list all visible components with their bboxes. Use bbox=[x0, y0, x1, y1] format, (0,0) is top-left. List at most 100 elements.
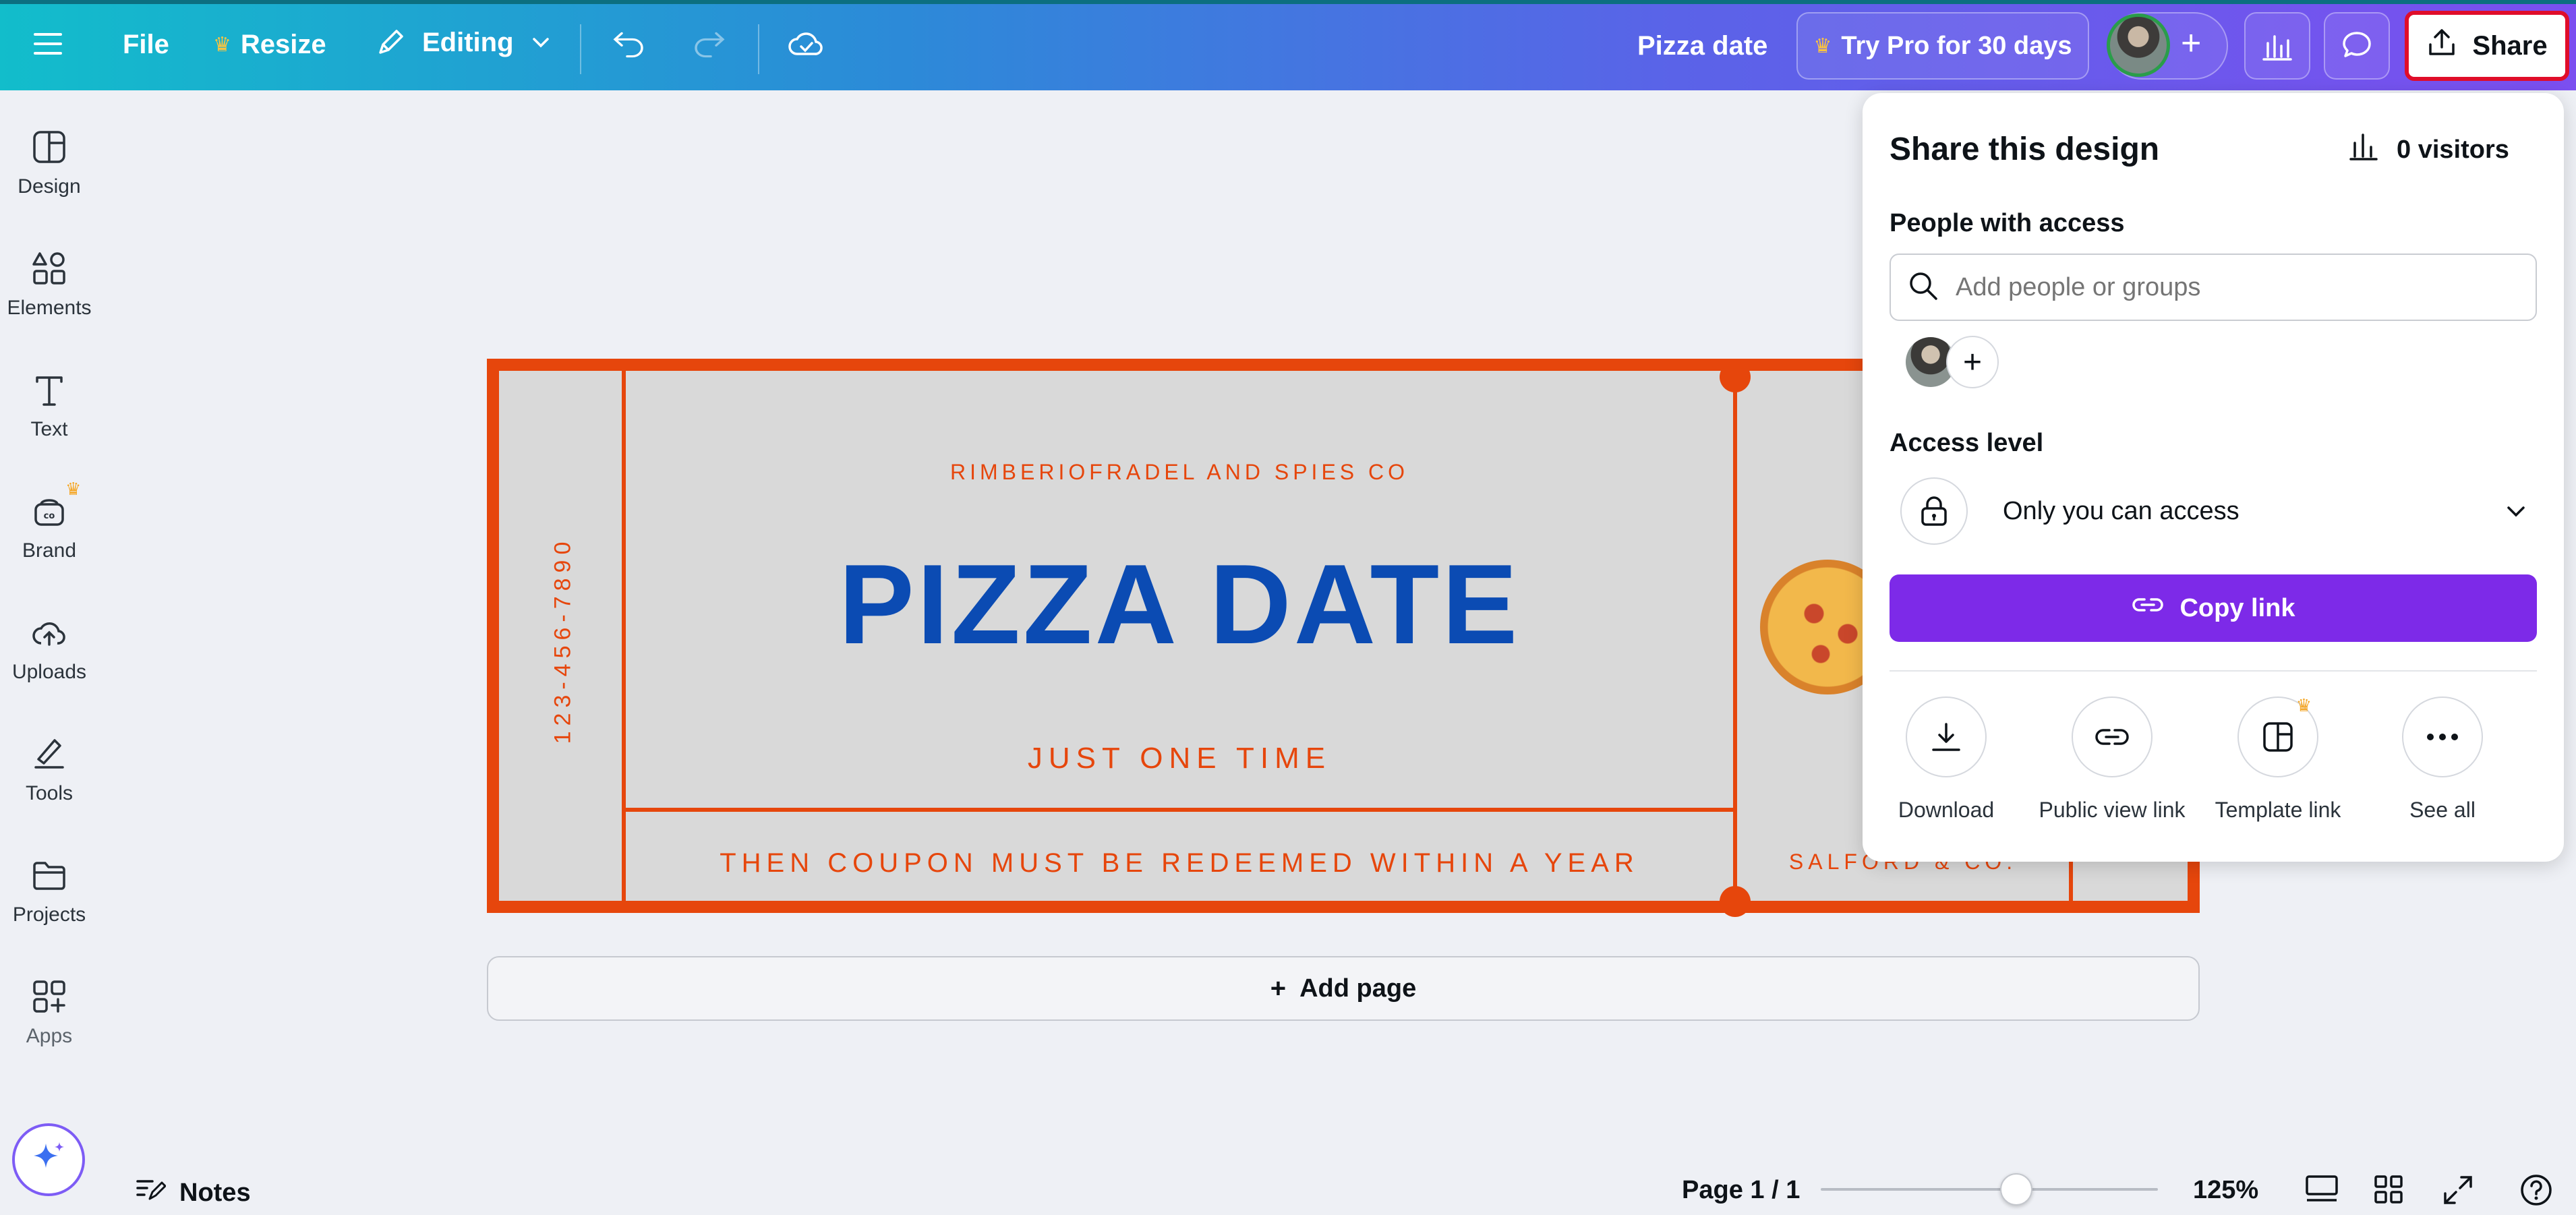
crown-icon: ♛ bbox=[213, 34, 231, 56]
bar-chart-icon bbox=[2348, 131, 2379, 169]
search-icon bbox=[1907, 270, 1939, 305]
upload-icon bbox=[2426, 27, 2457, 65]
action-label: Download bbox=[1898, 798, 1995, 822]
link-icon bbox=[2131, 591, 2165, 625]
add-page-label: Add page bbox=[1299, 974, 1417, 1003]
access-level-dropdown[interactable]: Only you can access bbox=[1900, 477, 2537, 545]
comment-icon bbox=[2340, 29, 2374, 63]
ticket-divider bbox=[622, 808, 1737, 812]
add-people-search[interactable] bbox=[1890, 254, 2537, 321]
sidebar-item-label: Brand bbox=[22, 539, 77, 562]
cloud-saved-icon[interactable] bbox=[786, 27, 825, 61]
elements-icon bbox=[32, 251, 67, 286]
svg-text:co: co bbox=[44, 511, 55, 521]
pencil-icon bbox=[375, 27, 406, 58]
text-icon bbox=[32, 372, 67, 407]
visitors-button[interactable]: 0 visitors bbox=[2348, 131, 2509, 169]
help-button[interactable] bbox=[2519, 1173, 2553, 1214]
add-collaborator-icon[interactable]: + bbox=[2181, 23, 2201, 63]
resize-button[interactable]: ♛ Resize bbox=[213, 30, 326, 60]
tools-icon bbox=[32, 736, 67, 771]
resize-label: Resize bbox=[240, 30, 326, 59]
redo-icon[interactable] bbox=[692, 30, 726, 59]
action-label: Public view link bbox=[2039, 798, 2186, 822]
add-people-input[interactable] bbox=[1956, 272, 2509, 302]
sidebar-item-apps[interactable]: Apps bbox=[0, 979, 98, 1048]
grid-icon bbox=[2374, 1175, 2403, 1211]
page-indicator-text: Page 1 / 1 bbox=[1682, 1176, 1801, 1204]
folder-icon bbox=[32, 858, 67, 893]
people-with-access-label: People with access bbox=[1890, 209, 2125, 237]
comments-button[interactable] bbox=[2324, 12, 2390, 80]
insights-button[interactable] bbox=[2244, 12, 2310, 80]
visitors-count: 0 visitors bbox=[2397, 135, 2509, 164]
sidebar-item-design[interactable]: Design bbox=[0, 129, 98, 198]
sidebar-item-label: Tools bbox=[25, 782, 74, 804]
magic-assistant-button[interactable] bbox=[12, 1123, 85, 1196]
help-icon bbox=[2519, 1173, 2553, 1214]
see-all-action[interactable]: See all bbox=[2362, 697, 2523, 823]
user-avatar[interactable] bbox=[2107, 13, 2170, 77]
add-page-button[interactable]: + Add page bbox=[487, 956, 2200, 1021]
fullscreen-button[interactable] bbox=[2442, 1175, 2473, 1212]
zoom-slider[interactable] bbox=[1821, 1173, 2158, 1206]
download-action[interactable]: Download bbox=[1865, 697, 2027, 823]
ticket-divider bbox=[1733, 371, 1737, 901]
document-title[interactable]: Pizza date bbox=[1637, 31, 1767, 61]
sidebar-item-brand[interactable]: co ♛ Brand bbox=[0, 479, 98, 562]
bar-chart-icon bbox=[2261, 30, 2293, 62]
sidebar-item-tools[interactable]: Tools bbox=[0, 736, 98, 805]
toolbar-divider bbox=[758, 24, 759, 74]
sidebar-item-label: Projects bbox=[12, 903, 86, 926]
editing-mode-button[interactable]: Editing bbox=[375, 27, 552, 58]
sidebar-item-projects[interactable]: Projects bbox=[0, 858, 98, 926]
ticket-company: RIMBERIOFRADEL AND SPIES CO bbox=[949, 460, 1409, 484]
sparkle-icon bbox=[30, 1139, 67, 1181]
ticket-footer: THEN COUPON MUST BE REDEEMED WITHIN A YE… bbox=[720, 848, 1639, 878]
access-level-label: Access level bbox=[1890, 429, 2044, 457]
lock-icon bbox=[1900, 477, 1968, 545]
share-panel-title: Share this design bbox=[1890, 131, 2160, 167]
ticket-notch bbox=[1720, 886, 1751, 917]
share-button[interactable]: Share bbox=[2405, 11, 2569, 81]
add-member-button[interactable]: + bbox=[1946, 336, 1999, 388]
panel-divider bbox=[1890, 670, 2537, 672]
plus-icon: + bbox=[1270, 973, 1287, 1003]
file-label: File bbox=[123, 30, 169, 59]
brand-icon: co ♛ bbox=[32, 479, 81, 529]
share-label: Share bbox=[2472, 30, 2548, 61]
document-title-text: Pizza date bbox=[1637, 31, 1768, 61]
zoom-value: 125% bbox=[2193, 1176, 2259, 1204]
template-link-action[interactable]: ♛ Template link bbox=[2197, 695, 2359, 823]
crown-icon: ♛ bbox=[65, 479, 82, 499]
sidebar-item-label: Apps bbox=[26, 1025, 73, 1047]
try-pro-button[interactable]: ♛ Try Pro for 30 days bbox=[1796, 12, 2089, 80]
ticket-notch bbox=[1720, 361, 1751, 392]
notes-button[interactable]: Notes bbox=[135, 1176, 251, 1210]
sidebar-item-elements[interactable]: Elements bbox=[0, 251, 98, 320]
top-toolbar: File ♛ Resize Editing Pizza date ♛ Try P… bbox=[0, 0, 2576, 90]
notes-icon bbox=[135, 1176, 167, 1210]
chevron-down-icon bbox=[530, 32, 552, 53]
access-level-value: Only you can access bbox=[2003, 496, 2240, 525]
toolbar-divider bbox=[580, 24, 581, 74]
ticket-title: PIZZA DATE bbox=[838, 541, 1521, 668]
grid-view-button[interactable] bbox=[2374, 1175, 2403, 1211]
copy-link-button[interactable]: Copy link bbox=[1890, 574, 2537, 642]
ticket-phone: 123-456-7890 bbox=[550, 536, 576, 744]
sidebar-item-label: Uploads bbox=[11, 661, 87, 683]
apps-icon bbox=[32, 979, 67, 1014]
page-indicator[interactable]: Page 1 / 1 bbox=[1682, 1176, 1800, 1205]
sidebar-item-uploads[interactable]: Uploads bbox=[0, 615, 98, 684]
public-view-link-action[interactable]: Public view link bbox=[2031, 697, 2193, 823]
sidebar-item-text[interactable]: Text bbox=[0, 372, 98, 441]
zoom-slider-thumb[interactable] bbox=[2000, 1173, 2032, 1206]
notes-label: Notes bbox=[179, 1178, 251, 1207]
sidebar-item-label: Text bbox=[30, 418, 68, 440]
file-menu-button[interactable]: File bbox=[123, 30, 169, 60]
undo-icon[interactable] bbox=[612, 30, 646, 59]
menu-icon[interactable] bbox=[32, 28, 63, 59]
page-view-button[interactable] bbox=[2305, 1175, 2339, 1211]
zoom-percentage[interactable]: 125% bbox=[2193, 1176, 2258, 1205]
action-label: See all bbox=[2409, 798, 2476, 822]
